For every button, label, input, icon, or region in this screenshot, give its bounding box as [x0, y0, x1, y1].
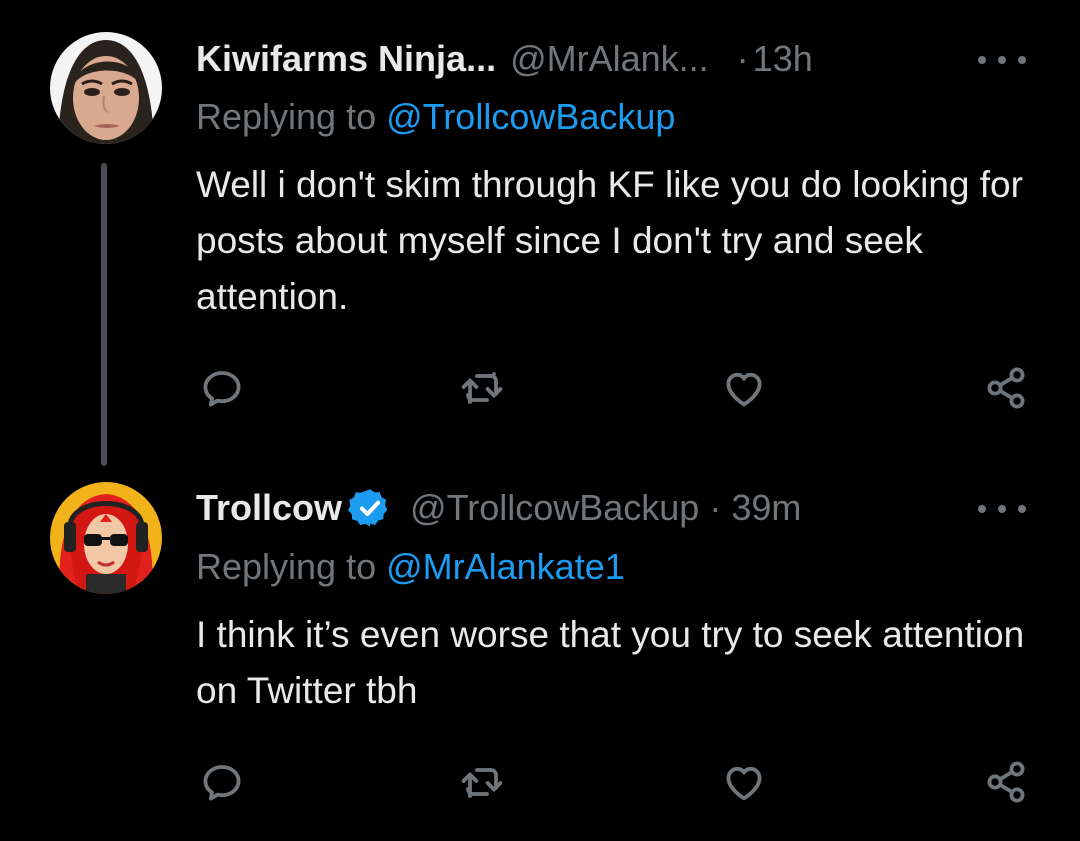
timestamp[interactable]: 13h — [753, 38, 813, 80]
reply-button[interactable] — [192, 358, 252, 418]
replying-to-label: Replying to — [196, 546, 387, 587]
more-options-icon[interactable] — [978, 489, 1026, 529]
reply-icon — [203, 371, 241, 407]
replying-to-label: Replying to — [196, 96, 387, 137]
tweet-actions — [180, 358, 1060, 418]
display-name[interactable]: Trollcow — [196, 487, 342, 529]
user-avatar-illustration — [50, 482, 162, 594]
mention-link[interactable]: @TrollcowBackup — [386, 96, 675, 137]
tweet[interactable]: Kiwifarms Ninja... @MrAlank... · 13h Rep… — [0, 0, 1080, 466]
tweet-text: I think it’s even worse that you try to … — [196, 614, 1025, 711]
user-avatar-photo — [50, 32, 162, 144]
verified-badge-icon — [348, 489, 388, 527]
replying-to-line: Replying to @MrAlankate1 — [196, 546, 625, 588]
retweet-button[interactable] — [452, 752, 512, 812]
retweet-button[interactable] — [452, 358, 512, 418]
tweet-text: Well i don't skim through KF like you do… — [196, 164, 1023, 317]
reply-icon — [203, 765, 241, 801]
like-icon — [726, 372, 762, 407]
tweet-actions — [180, 752, 1060, 812]
separator-dot: · — [736, 38, 749, 79]
share-button[interactable] — [976, 752, 1036, 812]
share-icon — [987, 761, 1025, 803]
tweet-header: Trollcow @TrollcowBackup · 39m — [196, 483, 1040, 533]
tweet[interactable]: Trollcow @TrollcowBackup · 39m Replying … — [0, 460, 1080, 841]
user-handle[interactable]: @MrAlank... — [510, 38, 709, 80]
share-icon — [987, 367, 1025, 409]
retweet-icon — [461, 372, 503, 404]
replying-to-line: Replying to @TrollcowBackup — [196, 96, 675, 138]
mention-link[interactable]: @MrAlankate1 — [386, 546, 625, 587]
reply-button[interactable] — [192, 752, 252, 812]
avatar[interactable] — [50, 32, 162, 144]
share-button[interactable] — [976, 358, 1036, 418]
user-handle[interactable]: @TrollcowBackup — [410, 487, 699, 529]
avatar[interactable] — [50, 482, 162, 594]
retweet-icon — [461, 768, 503, 798]
timestamp[interactable]: 39m — [731, 487, 801, 529]
more-options-icon[interactable] — [978, 40, 1026, 80]
thread-connector-line — [101, 163, 107, 466]
like-icon — [726, 766, 762, 801]
like-button[interactable] — [714, 358, 774, 418]
like-button[interactable] — [714, 752, 774, 812]
tweet-header: Kiwifarms Ninja... @MrAlank... · 13h — [196, 34, 1040, 84]
separator-dot: · — [709, 487, 722, 528]
display-name[interactable]: Kiwifarms Ninja... — [196, 38, 496, 80]
